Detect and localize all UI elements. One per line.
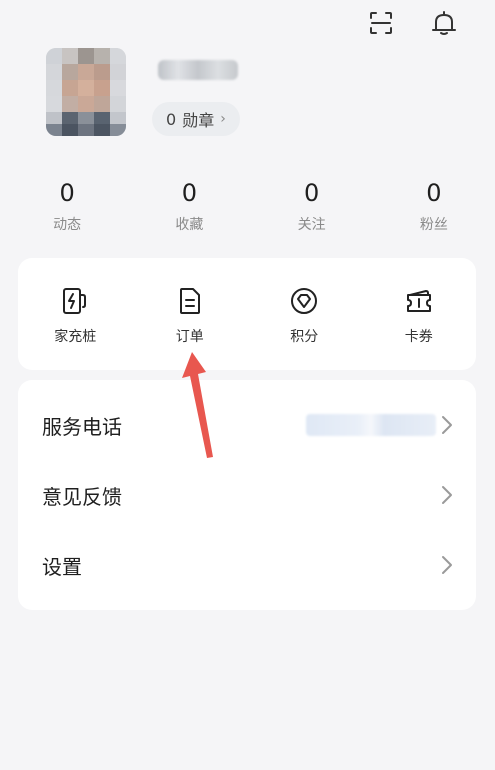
stat-label: 收藏 xyxy=(175,217,204,233)
stat-label: 关注 xyxy=(297,217,326,233)
badge-chip[interactable]: 0 勋章 › xyxy=(152,102,240,136)
service-label: 订单 xyxy=(175,329,204,345)
phone-number-redacted xyxy=(306,414,436,436)
stats-row: 0 动态 0 收藏 0 关注 0 粉丝 xyxy=(0,176,495,234)
menu-feedback[interactable]: 意见反馈 xyxy=(18,460,476,530)
username-redacted xyxy=(158,60,238,80)
stat-favorites[interactable]: 0 收藏 xyxy=(128,176,250,234)
bell-icon[interactable] xyxy=(429,8,459,38)
service-coupons[interactable]: 卡券 xyxy=(362,258,477,370)
stat-label: 粉丝 xyxy=(419,217,448,233)
stat-value: 0 xyxy=(59,179,75,207)
service-label: 家充桩 xyxy=(54,329,97,345)
stat-posts[interactable]: 0 动态 xyxy=(6,176,128,234)
stat-followers[interactable]: 0 粉丝 xyxy=(373,176,495,234)
menu-card: 服务电话 意见反馈 设置 xyxy=(18,380,476,610)
badge-label: 勋章 xyxy=(182,111,215,130)
service-points[interactable]: 积分 xyxy=(247,258,362,370)
stat-following[interactable]: 0 关注 xyxy=(251,176,373,234)
stat-label: 动态 xyxy=(53,217,82,233)
top-bar xyxy=(0,0,495,48)
menu-settings[interactable]: 设置 xyxy=(18,530,476,600)
scan-icon[interactable] xyxy=(366,8,396,38)
service-label: 卡券 xyxy=(404,329,433,345)
annotation-arrow xyxy=(182,352,213,458)
menu-service-phone[interactable]: 服务电话 xyxy=(18,390,476,460)
chevron-right-icon: › xyxy=(220,111,226,127)
stat-value: 0 xyxy=(426,179,442,207)
services-card: 家充桩 订单 积分 卡券 xyxy=(18,258,476,370)
badge-count: 0 xyxy=(166,109,177,129)
menu-label: 意见反馈 xyxy=(42,484,122,509)
chevron-right-icon xyxy=(442,486,452,504)
service-label: 积分 xyxy=(290,329,319,345)
chevron-right-icon xyxy=(442,416,452,434)
avatar[interactable] xyxy=(46,48,126,136)
order-icon xyxy=(173,284,207,318)
stat-value: 0 xyxy=(303,179,320,207)
coupon-icon xyxy=(402,284,436,318)
menu-label: 服务电话 xyxy=(42,414,122,439)
service-home-charger[interactable]: 家充桩 xyxy=(18,258,133,370)
charger-icon xyxy=(58,284,92,318)
points-icon xyxy=(287,284,321,318)
stat-value: 0 xyxy=(181,179,198,207)
menu-label: 设置 xyxy=(42,554,82,579)
profile-header: 0 勋章 › xyxy=(46,48,466,143)
chevron-right-icon xyxy=(442,556,452,574)
